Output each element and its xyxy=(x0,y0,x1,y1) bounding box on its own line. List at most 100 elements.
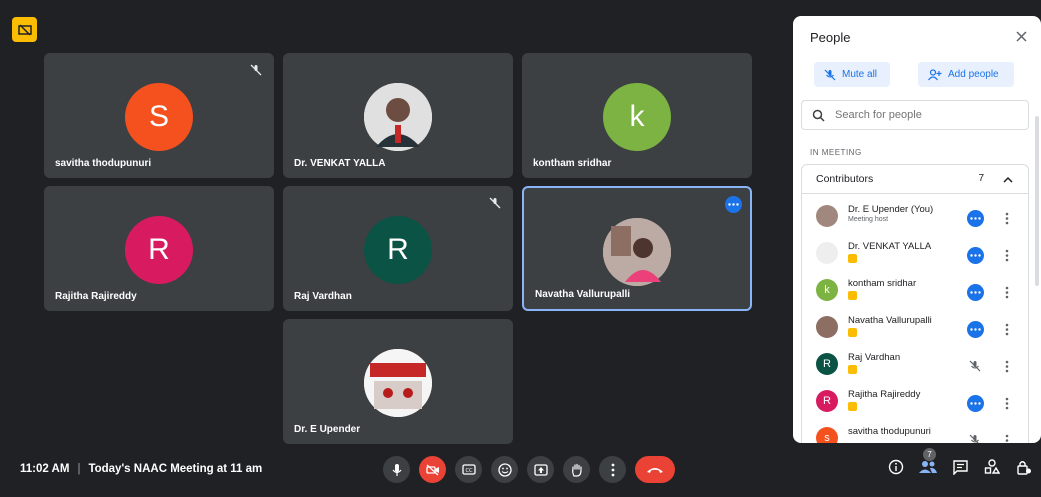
scrollbar[interactable] xyxy=(1035,116,1039,286)
mute-all-label: Mute all xyxy=(842,69,878,80)
participant-list-item[interactable]: R Rajitha Rajireddy xyxy=(802,386,1028,420)
avatar: S xyxy=(125,83,193,151)
participant-list-item[interactable]: Dr. E Upender (You) Meeting host xyxy=(802,201,1028,235)
more-options-icon[interactable] xyxy=(966,246,984,264)
avatar: R xyxy=(125,216,193,284)
participant-list-item[interactable]: Navatha Vallurupalli xyxy=(802,312,1028,346)
host-controls-icon[interactable] xyxy=(1015,458,1033,476)
search-icon xyxy=(812,109,825,122)
mute-all-button[interactable]: Mute all xyxy=(814,62,890,87)
participant-name: savitha thodupunuri xyxy=(55,158,152,169)
participant-tile[interactable]: k kontham sridhar xyxy=(522,53,752,178)
contributors-count: 7 xyxy=(978,173,984,184)
kebab-menu-icon[interactable] xyxy=(1002,320,1012,338)
more-options-icon[interactable] xyxy=(966,283,984,301)
participant-name: kontham sridhar xyxy=(848,278,917,289)
in-meeting-heading: IN MEETING xyxy=(810,148,862,157)
participant-list-item[interactable]: s savitha thodupunuri xyxy=(802,423,1028,443)
participant-tile[interactable]: S savitha thodupunuri xyxy=(44,53,274,178)
kebab-menu-icon[interactable] xyxy=(1002,431,1012,443)
kebab-menu-icon[interactable] xyxy=(1002,209,1012,227)
avatar-photo xyxy=(816,242,838,264)
captions-icon[interactable]: CC xyxy=(455,456,482,483)
kebab-menu-icon[interactable] xyxy=(1002,246,1012,264)
participant-tile[interactable]: R Raj Vardhan xyxy=(283,186,513,311)
meeting-info: 11:02 AM | Today's NAAC Meeting at 11 am xyxy=(20,463,262,475)
participant-name: Dr. E Upender xyxy=(294,424,361,435)
more-options-icon[interactable] xyxy=(966,209,984,227)
participant-tile[interactable]: Dr. E Upender xyxy=(283,319,513,444)
presenting-icon xyxy=(848,291,857,300)
emoji-icon[interactable] xyxy=(491,456,518,483)
avatar: s xyxy=(816,427,838,443)
divider xyxy=(802,193,1028,194)
camera-off-icon[interactable] xyxy=(419,456,446,483)
participant-name: Dr. E Upender (You) xyxy=(848,204,934,215)
search-input[interactable] xyxy=(833,108,1007,122)
participant-name: savitha thodupunuri xyxy=(848,426,931,437)
add-person-icon xyxy=(928,68,942,80)
mic-off-icon[interactable] xyxy=(966,357,984,375)
kebab-menu-icon[interactable] xyxy=(1002,394,1012,412)
avatar-photo xyxy=(816,205,838,227)
mic-icon[interactable] xyxy=(383,456,410,483)
kebab-menu-icon[interactable] xyxy=(1002,283,1012,301)
avatar-photo xyxy=(603,218,671,286)
participant-name: Navatha Vallurupalli xyxy=(848,315,932,326)
participant-tile-active[interactable]: Navatha Vallurupalli xyxy=(522,186,752,311)
participants-count-badge: 7 xyxy=(923,448,936,461)
present-icon[interactable] xyxy=(527,456,554,483)
panel-title: People xyxy=(810,30,851,45)
kebab-menu-icon[interactable] xyxy=(1002,357,1012,375)
avatar-photo xyxy=(364,83,432,151)
more-options-icon[interactable] xyxy=(725,196,742,213)
participant-name: Rajitha Rajireddy xyxy=(848,389,921,400)
participant-list-item[interactable]: k kontham sridhar xyxy=(802,275,1028,309)
search-box[interactable] xyxy=(801,100,1029,130)
participant-tile[interactable]: Dr. VENKAT YALLA xyxy=(283,53,513,178)
participant-role: Meeting host xyxy=(848,216,889,223)
add-people-label: Add people xyxy=(948,69,999,80)
raise-hand-icon[interactable] xyxy=(563,456,590,483)
people-panel: People Mute all Add people IN MEETING Co… xyxy=(793,16,1041,443)
participant-name: Rajitha Rajireddy xyxy=(55,291,137,302)
mic-off-icon[interactable] xyxy=(966,431,984,443)
participant-name: Raj Vardhan xyxy=(848,352,901,363)
presenting-icon xyxy=(848,254,857,263)
avatar: k xyxy=(603,83,671,151)
chevron-up-icon[interactable] xyxy=(1002,173,1014,185)
avatar: k xyxy=(816,279,838,301)
participant-name: Raj Vardhan xyxy=(294,291,352,302)
svg-text:CC: CC xyxy=(465,468,472,474)
hang-up-icon[interactable] xyxy=(635,456,675,483)
close-icon[interactable] xyxy=(1013,28,1029,44)
participant-list-item[interactable]: R Raj Vardhan xyxy=(802,349,1028,383)
add-people-button[interactable]: Add people xyxy=(918,62,1014,87)
presentation-badge-icon[interactable] xyxy=(12,17,37,42)
info-icon[interactable] xyxy=(887,458,905,476)
participant-name: kontham sridhar xyxy=(533,158,612,169)
mic-off-icon xyxy=(824,69,836,80)
meeting-time: 11:02 AM xyxy=(20,463,70,475)
presenting-icon xyxy=(848,402,857,411)
more-options-icon[interactable] xyxy=(599,456,626,483)
activities-icon[interactable] xyxy=(983,458,1001,476)
meeting-controls: CC xyxy=(383,456,675,483)
more-options-icon[interactable] xyxy=(966,394,984,412)
participant-list-item[interactable]: Dr. VENKAT YALLA xyxy=(802,238,1028,272)
contributors-section: Contributors 7 Dr. E Upender (You) Meeti… xyxy=(801,164,1029,443)
people-icon[interactable]: 7 xyxy=(919,448,937,476)
more-options-icon[interactable] xyxy=(966,320,984,338)
avatar: R xyxy=(816,353,838,375)
avatar: R xyxy=(364,216,432,284)
mic-off-icon xyxy=(487,195,503,211)
presenting-icon xyxy=(848,365,857,374)
mic-off-icon xyxy=(248,62,264,78)
avatar-photo xyxy=(364,349,432,417)
contributors-heading[interactable]: Contributors xyxy=(816,173,873,185)
chat-icon[interactable] xyxy=(951,458,969,476)
avatar-photo xyxy=(816,316,838,338)
participant-tile[interactable]: R Rajitha Rajireddy xyxy=(44,186,274,311)
participant-name: Dr. VENKAT YALLA xyxy=(294,158,386,169)
participant-name: Navatha Vallurupalli xyxy=(535,289,631,300)
